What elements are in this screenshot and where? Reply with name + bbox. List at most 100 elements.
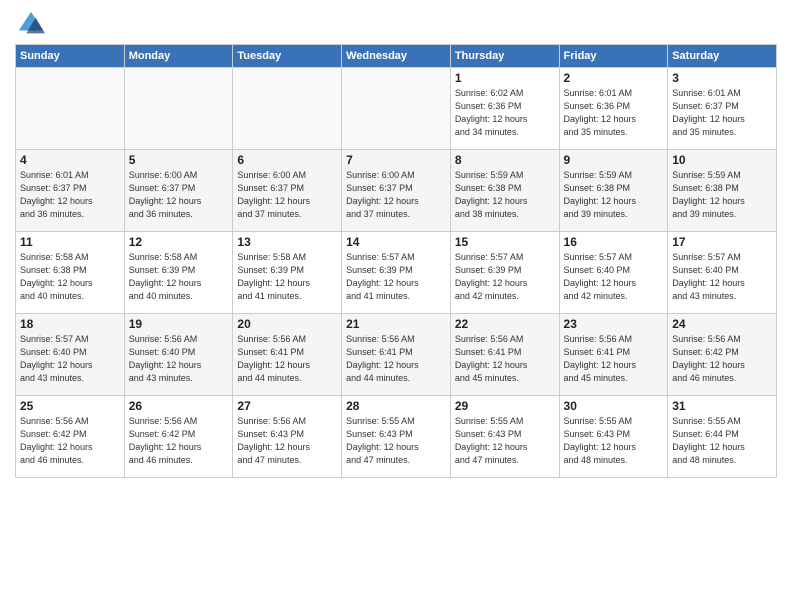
day-info: Sunrise: 5:55 AM Sunset: 6:43 PM Dayligh…: [346, 415, 446, 467]
weekday-friday: Friday: [559, 45, 668, 68]
day-number: 4: [20, 153, 120, 167]
day-number: 23: [564, 317, 664, 331]
day-cell: 6Sunrise: 6:00 AM Sunset: 6:37 PM Daylig…: [233, 150, 342, 232]
week-row-2: 4 Sunrise: 6:01 AM Sunset: 6:37 PM Daylig…: [16, 150, 777, 232]
day-number: 13: [237, 235, 337, 249]
weekday-thursday: Thursday: [450, 45, 559, 68]
weekday-sunday: Sunday: [16, 45, 125, 68]
day-info: Sunrise: 5:58 AM Sunset: 6:39 PM Dayligh…: [237, 251, 337, 303]
day-info: Sunrise: 5:57 AM Sunset: 6:39 PM Dayligh…: [455, 251, 555, 303]
day-info: Sunrise: 6:02 AM Sunset: 6:36 PM Dayligh…: [455, 87, 555, 139]
day-number: 6: [237, 153, 337, 167]
day-number: 17: [672, 235, 772, 249]
day-number: 20: [237, 317, 337, 331]
day-info: Sunrise: 5:58 AM Sunset: 6:39 PM Dayligh…: [129, 251, 229, 303]
day-info: Sunrise: 6:01 AM Sunset: 6:37 PM Dayligh…: [672, 87, 772, 139]
day-info: Sunrise: 5:57 AM Sunset: 6:40 PM Dayligh…: [20, 333, 120, 385]
logo: [15, 10, 45, 38]
day-number: 9: [564, 153, 664, 167]
day-number: 11: [20, 235, 120, 249]
day-number: 7: [346, 153, 446, 167]
week-row-1: 1Sunrise: 6:02 AM Sunset: 6:36 PM Daylig…: [16, 68, 777, 150]
day-number: 30: [564, 399, 664, 413]
day-info: Sunrise: 5:55 AM Sunset: 6:43 PM Dayligh…: [455, 415, 555, 467]
day-cell: 1Sunrise: 6:02 AM Sunset: 6:36 PM Daylig…: [450, 68, 559, 150]
calendar-table: SundayMondayTuesdayWednesdayThursdayFrid…: [15, 44, 777, 478]
day-cell: 25 Sunrise: 5:56 AM Sunset: 6:42 PM Dayli…: [16, 396, 125, 478]
day-cell: 30 Sunrise: 5:55 AM Sunset: 6:43 PM Dayli…: [559, 396, 668, 478]
day-cell: 15 Sunrise: 5:57 AM Sunset: 6:39 PM Dayli…: [450, 232, 559, 314]
day-info: Sunrise: 5:56 AM Sunset: 6:43 PM Dayligh…: [237, 415, 337, 467]
day-cell: 11 Sunrise: 5:58 AM Sunset: 6:38 PM Dayli…: [16, 232, 125, 314]
weekday-header-row: SundayMondayTuesdayWednesdayThursdayFrid…: [16, 45, 777, 68]
day-number: 24: [672, 317, 772, 331]
day-number: 2: [564, 71, 664, 85]
day-cell: [233, 68, 342, 150]
day-info: Sunrise: 5:57 AM Sunset: 6:40 PM Dayligh…: [564, 251, 664, 303]
day-number: 25: [20, 399, 120, 413]
day-info: Sunrise: 5:59 AM Sunset: 6:38 PM Dayligh…: [672, 169, 772, 221]
week-row-4: 18 Sunrise: 5:57 AM Sunset: 6:40 PM Dayli…: [16, 314, 777, 396]
day-number: 15: [455, 235, 555, 249]
day-number: 18: [20, 317, 120, 331]
day-cell: 10 Sunrise: 5:59 AM Sunset: 6:38 PM Dayli…: [668, 150, 777, 232]
day-cell: 3 Sunrise: 6:01 AM Sunset: 6:37 PM Daylig…: [668, 68, 777, 150]
day-info: Sunrise: 5:58 AM Sunset: 6:38 PM Dayligh…: [20, 251, 120, 303]
day-cell: 9Sunrise: 5:59 AM Sunset: 6:38 PM Daylig…: [559, 150, 668, 232]
week-row-3: 11 Sunrise: 5:58 AM Sunset: 6:38 PM Dayli…: [16, 232, 777, 314]
day-number: 12: [129, 235, 229, 249]
day-cell: [342, 68, 451, 150]
day-number: 5: [129, 153, 229, 167]
day-info: Sunrise: 6:01 AM Sunset: 6:37 PM Dayligh…: [20, 169, 120, 221]
day-number: 27: [237, 399, 337, 413]
day-number: 28: [346, 399, 446, 413]
day-info: Sunrise: 5:56 AM Sunset: 6:41 PM Dayligh…: [237, 333, 337, 385]
day-info: Sunrise: 6:01 AM Sunset: 6:36 PM Dayligh…: [564, 87, 664, 139]
day-cell: 23Sunrise: 5:56 AM Sunset: 6:41 PM Dayli…: [559, 314, 668, 396]
day-info: Sunrise: 5:56 AM Sunset: 6:40 PM Dayligh…: [129, 333, 229, 385]
day-info: Sunrise: 5:55 AM Sunset: 6:43 PM Dayligh…: [564, 415, 664, 467]
day-cell: 28 Sunrise: 5:55 AM Sunset: 6:43 PM Dayli…: [342, 396, 451, 478]
day-number: 22: [455, 317, 555, 331]
day-cell: 31 Sunrise: 5:55 AM Sunset: 6:44 PM Dayli…: [668, 396, 777, 478]
weekday-wednesday: Wednesday: [342, 45, 451, 68]
day-cell: 13 Sunrise: 5:58 AM Sunset: 6:39 PM Dayli…: [233, 232, 342, 314]
day-number: 16: [564, 235, 664, 249]
day-number: 31: [672, 399, 772, 413]
day-cell: 20 Sunrise: 5:56 AM Sunset: 6:41 PM Dayli…: [233, 314, 342, 396]
day-cell: 5 Sunrise: 6:00 AM Sunset: 6:37 PM Daylig…: [124, 150, 233, 232]
weekday-monday: Monday: [124, 45, 233, 68]
day-number: 14: [346, 235, 446, 249]
day-cell: 19 Sunrise: 5:56 AM Sunset: 6:40 PM Dayli…: [124, 314, 233, 396]
day-info: Sunrise: 5:56 AM Sunset: 6:42 PM Dayligh…: [129, 415, 229, 467]
day-number: 8: [455, 153, 555, 167]
day-number: 10: [672, 153, 772, 167]
day-info: Sunrise: 5:56 AM Sunset: 6:42 PM Dayligh…: [672, 333, 772, 385]
day-cell: 14 Sunrise: 5:57 AM Sunset: 6:39 PM Dayli…: [342, 232, 451, 314]
day-cell: 29 Sunrise: 5:55 AM Sunset: 6:43 PM Dayli…: [450, 396, 559, 478]
day-number: 19: [129, 317, 229, 331]
day-info: Sunrise: 5:55 AM Sunset: 6:44 PM Dayligh…: [672, 415, 772, 467]
logo-icon: [17, 10, 45, 38]
day-info: Sunrise: 6:00 AM Sunset: 6:37 PM Dayligh…: [129, 169, 229, 221]
weekday-tuesday: Tuesday: [233, 45, 342, 68]
week-row-5: 25 Sunrise: 5:56 AM Sunset: 6:42 PM Dayli…: [16, 396, 777, 478]
day-info: Sunrise: 5:56 AM Sunset: 6:42 PM Dayligh…: [20, 415, 120, 467]
day-cell: 26Sunrise: 5:56 AM Sunset: 6:42 PM Dayli…: [124, 396, 233, 478]
day-cell: 16 Sunrise: 5:57 AM Sunset: 6:40 PM Dayli…: [559, 232, 668, 314]
day-cell: 17 Sunrise: 5:57 AM Sunset: 6:40 PM Dayli…: [668, 232, 777, 314]
day-cell: 18 Sunrise: 5:57 AM Sunset: 6:40 PM Dayli…: [16, 314, 125, 396]
day-number: 29: [455, 399, 555, 413]
day-info: Sunrise: 5:57 AM Sunset: 6:40 PM Dayligh…: [672, 251, 772, 303]
day-info: Sunrise: 5:56 AM Sunset: 6:41 PM Dayligh…: [346, 333, 446, 385]
day-info: Sunrise: 5:57 AM Sunset: 6:39 PM Dayligh…: [346, 251, 446, 303]
day-cell: 27 Sunrise: 5:56 AM Sunset: 6:43 PM Dayli…: [233, 396, 342, 478]
day-cell: [16, 68, 125, 150]
day-cell: 8Sunrise: 5:59 AM Sunset: 6:38 PM Daylig…: [450, 150, 559, 232]
day-cell: 2 Sunrise: 6:01 AM Sunset: 6:36 PM Daylig…: [559, 68, 668, 150]
header: [15, 10, 777, 38]
day-number: 3: [672, 71, 772, 85]
calendar-page: SundayMondayTuesdayWednesdayThursdayFrid…: [0, 0, 792, 612]
weekday-saturday: Saturday: [668, 45, 777, 68]
day-info: Sunrise: 6:00 AM Sunset: 6:37 PM Dayligh…: [346, 169, 446, 221]
